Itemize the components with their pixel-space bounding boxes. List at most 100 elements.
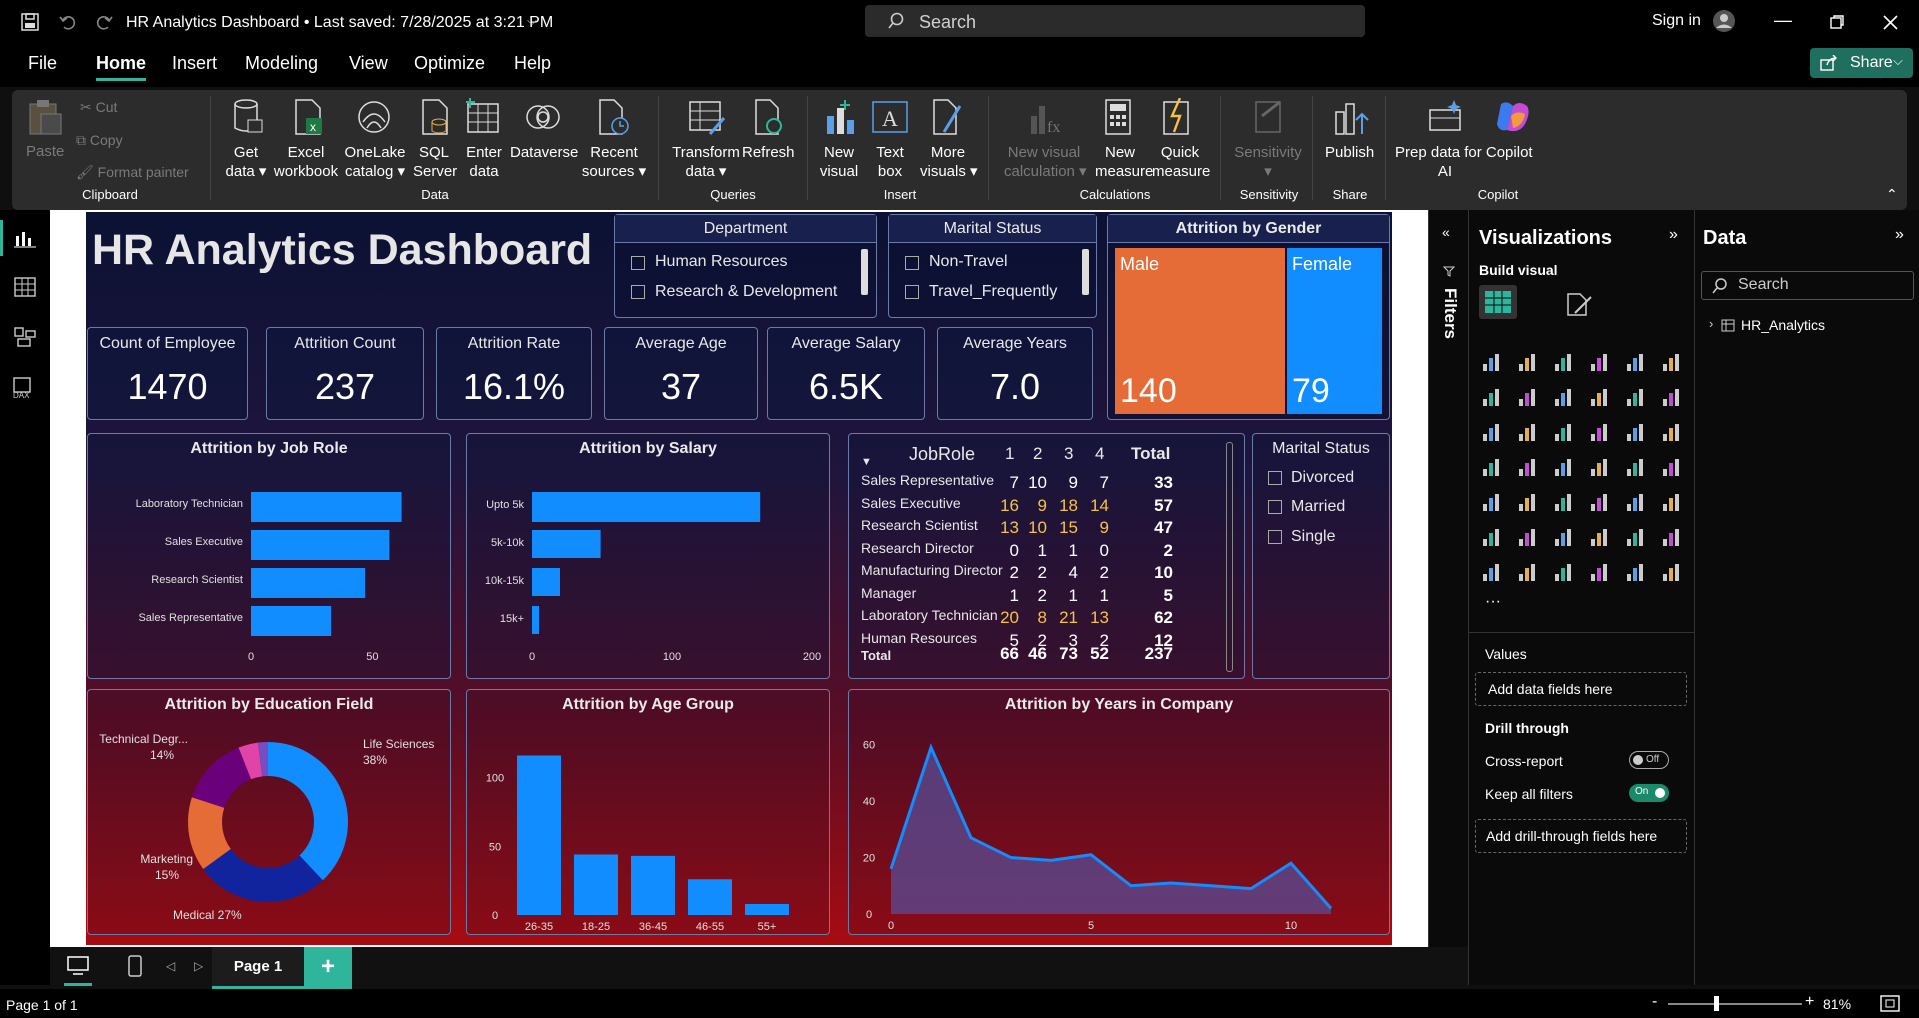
- paginated-icon[interactable]: [1625, 525, 1647, 547]
- card-icon[interactable]: [1625, 455, 1647, 477]
- slicer-item-married[interactable]: Married: [1291, 498, 1345, 516]
- zoom-slider-thumb[interactable]: [1714, 996, 1719, 1011]
- stacked-bar-icon[interactable]: [1481, 350, 1503, 372]
- checkbox[interactable]: [1268, 530, 1282, 544]
- chevron-down-icon[interactable]: ⌵: [527, 13, 537, 29]
- stacked-area-icon[interactable]: [1553, 385, 1575, 407]
- scrollbar[interactable]: [1226, 442, 1233, 672]
- kpi-icon[interactable]: [1481, 490, 1503, 512]
- slicer-item-travel-frequently[interactable]: Travel_Frequently: [929, 283, 1057, 301]
- line-column-icon[interactable]: [1625, 385, 1647, 407]
- desktop-view-icon[interactable]: [67, 956, 89, 976]
- map-icon[interactable]: [1481, 455, 1503, 477]
- keep-all-filters-toggle[interactable]: On: [1629, 784, 1669, 802]
- save-icon[interactable]: [20, 12, 40, 32]
- decomposition-icon[interactable]: [1517, 525, 1539, 547]
- format-painter-button[interactable]: 🖌 Format painter: [76, 163, 189, 182]
- chevron-right-icon[interactable]: »: [1895, 226, 1904, 244]
- publish-button[interactable]: Publish: [1325, 143, 1374, 162]
- redo-icon[interactable]: [94, 12, 114, 32]
- treemap-tile-male[interactable]: Male 140: [1115, 248, 1285, 414]
- filters-label[interactable]: Filters: [1440, 288, 1460, 339]
- power-automate-icon[interactable]: [1517, 560, 1539, 582]
- power-apps-icon[interactable]: [1481, 560, 1503, 582]
- chevron-right-icon[interactable]: »: [1669, 226, 1678, 244]
- clustered-bar-icon[interactable]: [1553, 350, 1575, 372]
- drill-through-drop-zone[interactable]: Add drill-through fields here: [1475, 819, 1687, 853]
- dataverse-button[interactable]: Dataverse: [510, 143, 578, 162]
- recent-sources-button[interactable]: Recent sources ▾: [580, 143, 648, 181]
- menu-insert[interactable]: Insert: [172, 53, 217, 74]
- mobile-view-icon[interactable]: [128, 955, 142, 977]
- pie-icon[interactable]: [1589, 420, 1611, 442]
- slicer-item-divorced[interactable]: Divorced: [1291, 469, 1354, 487]
- copilot-icon[interactable]: [1493, 98, 1533, 136]
- checkbox[interactable]: [631, 285, 645, 299]
- filters-pane[interactable]: « Filters: [1428, 210, 1468, 985]
- dax-query-icon[interactable]: DAX: [12, 377, 38, 399]
- new-visual-button[interactable]: New visual: [818, 143, 860, 181]
- paste-button[interactable]: Paste: [26, 142, 64, 161]
- table-icon[interactable]: [1553, 490, 1575, 512]
- multi-row-card-icon[interactable]: [1661, 455, 1683, 477]
- more-icon[interactable]: ···: [1485, 593, 1501, 611]
- slicer-item-non-travel[interactable]: Non-Travel: [929, 253, 1008, 271]
- menu-view[interactable]: View: [349, 53, 388, 74]
- menu-modeling[interactable]: Modeling: [245, 53, 318, 74]
- cross-report-toggle[interactable]: Off: [1629, 751, 1669, 769]
- slicer-item-research-development[interactable]: Research & Development: [655, 283, 837, 301]
- slicer-icon[interactable]: [1517, 490, 1539, 512]
- excel-workbook-button[interactable]: Excel workbook: [272, 143, 340, 181]
- 100-bar-icon[interactable]: [1625, 350, 1647, 372]
- onelake-catalog-button[interactable]: OneLake catalog ▾: [344, 143, 406, 181]
- more-visuals-button[interactable]: More visuals ▾: [920, 143, 978, 181]
- transform-data-button[interactable]: Transform data ▾: [672, 143, 740, 181]
- checkbox[interactable]: [1268, 500, 1282, 514]
- python-visual-icon[interactable]: [1661, 490, 1683, 512]
- azure-map-icon[interactable]: [1553, 455, 1575, 477]
- report-view-icon[interactable]: [14, 228, 36, 248]
- slicer-item-single[interactable]: Single: [1291, 528, 1335, 546]
- stacked-column-icon[interactable]: [1517, 350, 1539, 372]
- arcgis-icon[interactable]: [1661, 560, 1683, 582]
- search-box[interactable]: Search: [865, 5, 1365, 37]
- table-item-hr-analytics[interactable]: › HR_Analytics: [1709, 316, 1909, 338]
- add-page-button[interactable]: +: [304, 947, 352, 989]
- minimize-icon[interactable]: —: [1774, 10, 1792, 31]
- fit-to-page-icon[interactable]: [1880, 995, 1900, 1012]
- format-visual-icon[interactable]: [1565, 291, 1593, 317]
- narrative-icon[interactable]: [1589, 525, 1611, 547]
- sign-in-link[interactable]: Sign in: [1652, 12, 1701, 30]
- collapse-ribbon-icon[interactable]: ⌃: [1886, 186, 1898, 203]
- scrollbar[interactable]: [861, 249, 868, 295]
- zoom-slider[interactable]: [1668, 1003, 1802, 1005]
- matrix-icon[interactable]: [1589, 490, 1611, 512]
- ribbon-icon[interactable]: [1589, 385, 1611, 407]
- quick-measure-button[interactable]: Quick measure: [1152, 143, 1210, 181]
- get-data-button[interactable]: Get data ▾: [222, 143, 270, 181]
- slicer-item-human-resources[interactable]: Human Resources: [655, 253, 788, 271]
- refresh-button[interactable]: Refresh: [742, 143, 795, 162]
- menu-home[interactable]: Home: [96, 53, 147, 81]
- funnel-icon[interactable]: [1517, 420, 1539, 442]
- menu-optimize[interactable]: Optimize: [414, 53, 485, 74]
- chevron-left-icon[interactable]: «: [1442, 224, 1450, 240]
- metrics-icon[interactable]: [1553, 560, 1575, 582]
- enter-data-button[interactable]: Enter data: [463, 143, 505, 181]
- copy-button[interactable]: ⧉ Copy: [76, 131, 123, 150]
- scrollbar[interactable]: [1082, 249, 1089, 295]
- zoom-out-icon[interactable]: -: [1652, 993, 1657, 1011]
- values-drop-zone[interactable]: Add data fields here: [1475, 672, 1687, 706]
- data-search-input[interactable]: Search: [1701, 271, 1914, 300]
- restore-icon[interactable]: [1830, 15, 1844, 29]
- donut-icon[interactable]: [1625, 420, 1647, 442]
- next-page-icon[interactable]: ▷: [194, 959, 203, 973]
- treemap-tile-female[interactable]: Female 79: [1286, 248, 1382, 414]
- undo-icon[interactable]: [58, 12, 78, 32]
- clustered-column-icon[interactable]: [1589, 350, 1611, 372]
- zoom-in-icon[interactable]: +: [1805, 993, 1814, 1011]
- treemap-icon[interactable]: [1661, 420, 1683, 442]
- line-icon[interactable]: [1481, 385, 1503, 407]
- scatter-icon[interactable]: [1553, 420, 1575, 442]
- avatar-icon[interactable]: [1712, 9, 1736, 33]
